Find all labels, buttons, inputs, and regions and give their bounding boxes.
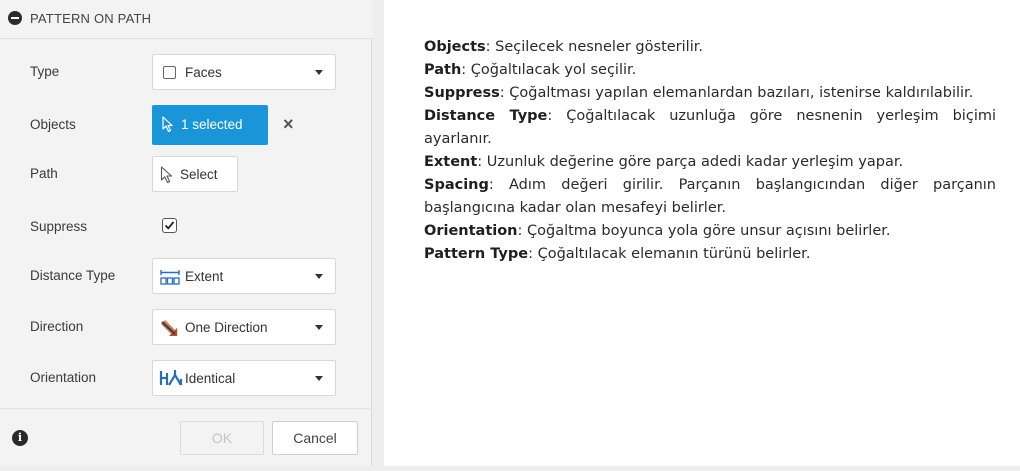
- cursor-arrow-icon: [160, 166, 173, 184]
- description-term: Orientation: [424, 223, 518, 239]
- objects-label: Objects: [30, 117, 76, 132]
- description-item: Spacing: Adım değeri girilir. Parçanın b…: [424, 174, 996, 220]
- distance-type-value: Extent: [185, 269, 224, 284]
- cursor-arrow-icon: [162, 116, 173, 133]
- suppress-label: Suppress: [30, 219, 88, 234]
- path-row: Path Select: [0, 150, 372, 198]
- one-direction-icon: [161, 320, 177, 336]
- description-item: Orientation: Çoğaltma boyunca yola göre …: [424, 220, 996, 243]
- description-term: Path: [424, 62, 462, 78]
- description-text: : Çoğaltma boyunca yola göre unsur açısı…: [517, 223, 891, 239]
- description-panel: Objects: Seçilecek nesneler gösterilir. …: [384, 0, 1020, 466]
- faces-icon: [163, 66, 176, 79]
- description-item: Pattern Type: Çoğaltılacak elemanın türü…: [424, 243, 996, 266]
- direction-row: Direction One Direction: [0, 303, 372, 351]
- direction-dropdown[interactable]: One Direction: [152, 309, 336, 345]
- description-term: Suppress: [424, 85, 500, 101]
- checkmark-icon: [164, 221, 175, 230]
- description-item: Distance Type: Çoğaltılacak uzunluğa gör…: [424, 105, 996, 151]
- dialog-footer: i OK Cancel: [0, 408, 372, 467]
- orientation-row: Orientation Identical: [0, 354, 372, 402]
- distance-type-row: Distance Type Extent: [0, 252, 372, 300]
- description-list: Objects: Seçilecek nesneler gösterilir. …: [424, 36, 996, 266]
- collapse-icon[interactable]: [8, 11, 22, 25]
- description-term: Pattern Type: [424, 246, 529, 262]
- description-item: Suppress: Çoğaltması yapılan elemanlarda…: [424, 82, 996, 105]
- description-item: Path: Çoğaltılacak yol seçilir.: [424, 59, 996, 82]
- distance-type-dropdown[interactable]: Extent: [152, 258, 336, 294]
- objects-selection-button[interactable]: 1 selected: [152, 105, 268, 145]
- path-select-label: Select: [180, 167, 218, 182]
- orientation-label: Orientation: [30, 370, 97, 385]
- suppress-row: Suppress: [0, 203, 372, 251]
- description-text: : Uzunluk değerine göre parça adedi kada…: [477, 154, 904, 170]
- chevron-down-icon: [315, 274, 323, 279]
- path-select-button[interactable]: Select: [152, 156, 238, 192]
- chevron-down-icon: [315, 325, 323, 330]
- description-text: : Seçilecek nesneler gösterilir.: [485, 39, 703, 55]
- type-row: Type Faces: [0, 48, 372, 96]
- chevron-down-icon: [315, 70, 323, 75]
- direction-value: One Direction: [185, 320, 268, 335]
- description-text: : Çoğaltılacak elemanın türünü belirler.: [528, 246, 811, 262]
- type-label: Type: [30, 64, 60, 79]
- type-dropdown-value: Faces: [185, 65, 222, 80]
- description-item: Extent: Uzunluk değerine göre parça aded…: [424, 151, 996, 174]
- clear-selection-icon[interactable]: ×: [283, 115, 294, 133]
- description-text: : Çoğaltması yapılan elemanlardan bazıla…: [499, 85, 974, 101]
- description-term: Extent: [424, 154, 478, 170]
- orientation-value: Identical: [185, 371, 236, 386]
- description-text: : Adım değeri girilir. Parçanın başlangı…: [424, 177, 996, 216]
- objects-selection-value: 1 selected: [181, 117, 243, 132]
- extent-icon: [160, 270, 180, 285]
- description-item: Objects: Seçilecek nesneler gösterilir.: [424, 36, 996, 59]
- suppress-checkbox[interactable]: [162, 218, 177, 233]
- identical-orientation-icon: [159, 370, 183, 386]
- dialog-header[interactable]: PATTERN ON PATH: [0, 0, 372, 39]
- chevron-down-icon: [315, 376, 323, 381]
- info-icon[interactable]: i: [12, 430, 28, 446]
- pattern-on-path-dialog: PATTERN ON PATH Type Faces Objects 1 sel…: [0, 0, 372, 466]
- distance-type-label: Distance Type: [30, 268, 116, 283]
- dialog-title: PATTERN ON PATH: [30, 11, 152, 26]
- ok-button[interactable]: OK: [180, 421, 264, 455]
- cancel-button[interactable]: Cancel: [272, 421, 358, 455]
- objects-row: Objects 1 selected ×: [0, 101, 372, 149]
- description-text: : Çoğaltılacak yol seçilir.: [461, 62, 637, 78]
- orientation-dropdown[interactable]: Identical: [152, 360, 336, 396]
- type-dropdown[interactable]: Faces: [152, 54, 336, 90]
- direction-label: Direction: [30, 319, 84, 334]
- description-term: Spacing: [424, 177, 489, 193]
- path-label: Path: [30, 166, 58, 181]
- description-term: Objects: [424, 39, 486, 55]
- description-term: Distance Type: [424, 108, 548, 124]
